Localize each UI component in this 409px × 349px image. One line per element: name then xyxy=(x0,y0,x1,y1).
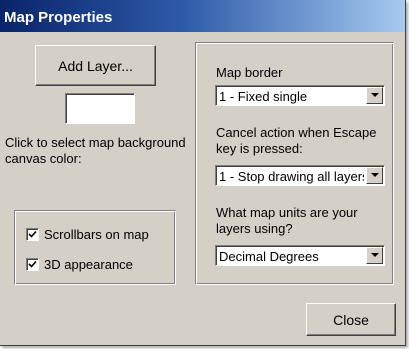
chevron-down-icon[interactable] xyxy=(366,167,383,184)
background-color-hint: Click to select map background canvas co… xyxy=(5,135,186,166)
close-label: Close xyxy=(333,311,369,328)
chevron-down-icon[interactable] xyxy=(366,87,383,104)
scrollbars-checkbox-row[interactable]: Scrollbars on map xyxy=(26,227,149,242)
check-icon xyxy=(28,260,37,268)
close-button[interactable]: Close xyxy=(306,303,396,336)
check-icon xyxy=(28,230,37,238)
window-title: Map Properties xyxy=(4,9,113,26)
escape-action-select[interactable]: 1 - Stop drawing all layers xyxy=(215,165,385,186)
escape-action-value: 1 - Stop drawing all layers xyxy=(219,169,364,184)
3d-appearance-label: 3D appearance xyxy=(44,257,133,272)
scrollbars-label: Scrollbars on map xyxy=(44,227,149,242)
escape-action-label: Cancel action when Escape key is pressed… xyxy=(216,125,377,156)
display-options-group: Scrollbars on map 3D appearance xyxy=(14,210,176,285)
map-units-select[interactable]: Decimal Degrees xyxy=(215,245,385,266)
map-units-value: Decimal Degrees xyxy=(219,249,319,264)
map-units-label: What map units are your layers using? xyxy=(216,205,358,236)
3d-appearance-checkbox[interactable] xyxy=(26,258,39,271)
chevron-down-icon[interactable] xyxy=(366,247,383,264)
3d-appearance-checkbox-row[interactable]: 3D appearance xyxy=(26,257,133,272)
map-border-label: Map border xyxy=(216,65,283,80)
title-bar[interactable]: Map Properties xyxy=(0,0,405,32)
scrollbars-checkbox[interactable] xyxy=(26,228,39,241)
add-layer-button[interactable]: Add Layer... xyxy=(35,45,156,86)
add-layer-label: Add Layer... xyxy=(58,57,133,74)
map-settings-group: Map border 1 - Fixed single Cancel actio… xyxy=(195,42,394,285)
background-color-swatch[interactable] xyxy=(65,93,135,124)
map-border-select[interactable]: 1 - Fixed single xyxy=(215,85,385,106)
map-border-value: 1 - Fixed single xyxy=(219,89,308,104)
map-properties-dialog: Map Properties Add Layer... Click to sel… xyxy=(0,0,406,346)
